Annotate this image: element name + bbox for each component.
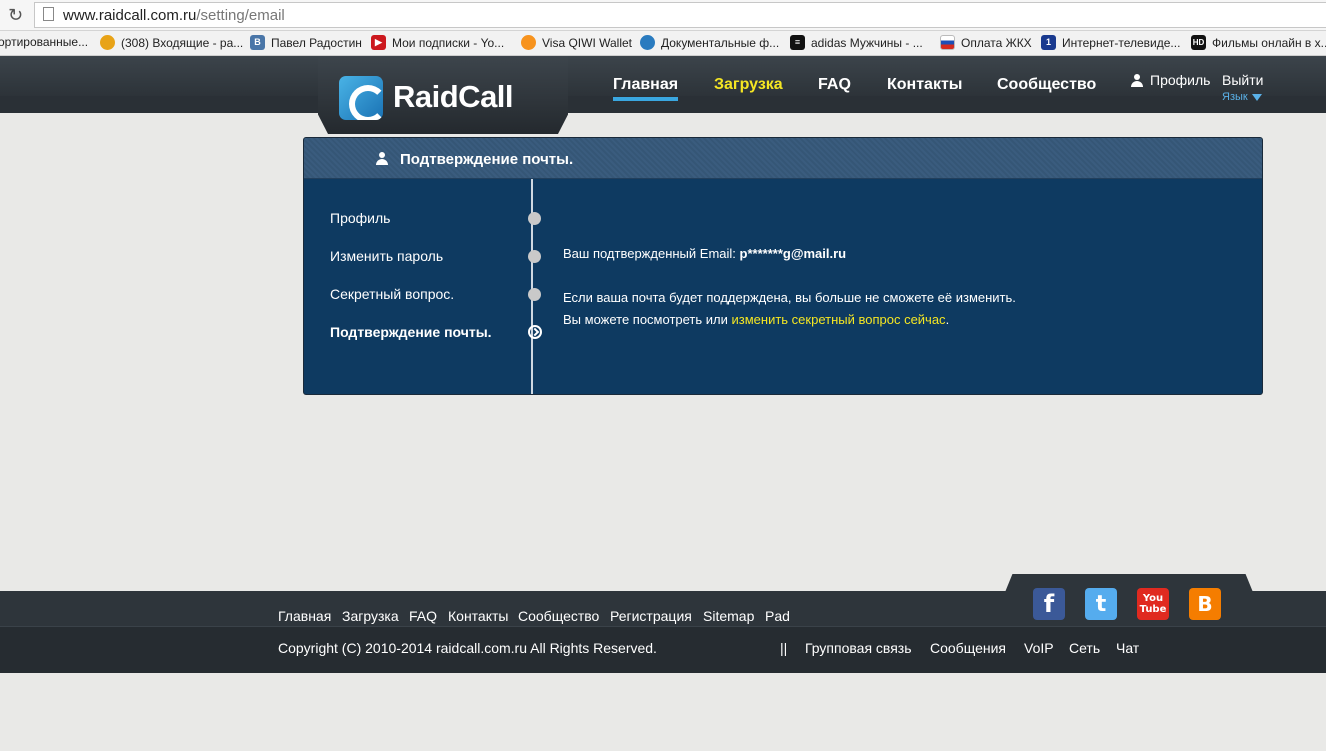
user-icon [376, 152, 388, 165]
notice-line: Если ваша почта будет поддерждена, вы бо… [563, 290, 1016, 305]
raidcall-logo-icon[interactable] [339, 76, 383, 120]
profile-link[interactable]: Профиль [1131, 72, 1210, 88]
sidebar-item-change-password[interactable]: Изменить пароль [330, 248, 541, 264]
url-text: www.raidcall.com.ru/setting/email [63, 7, 285, 24]
footer-link-messages[interactable]: Сообщения [930, 640, 1006, 656]
sidebar-item-profile[interactable]: Профиль [330, 210, 541, 226]
sidebar-item-secret-question[interactable]: Секретный вопрос. [330, 286, 541, 302]
panel-header: Подтверждение почты. [304, 138, 1262, 179]
reload-icon[interactable]: ↻ [8, 5, 23, 26]
blogger-icon[interactable]: B [1189, 588, 1221, 620]
footer-separator: || [780, 640, 788, 656]
vk-icon: В [250, 35, 265, 50]
film-icon [640, 35, 655, 50]
copyright-text: Copyright (C) 2010-2014 raidcall.com.ru … [278, 640, 657, 656]
bookmark-item[interactable]: В Павел Радостин [250, 35, 362, 50]
bullet-icon [528, 212, 541, 225]
footer-link-chat[interactable]: Чат [1116, 640, 1139, 656]
bookmark-item[interactable]: ≡ adidas Мужчины - ... [790, 35, 923, 50]
panel-title: Подтверждение почты. [400, 151, 574, 168]
language-dropdown[interactable]: Язык [1222, 91, 1262, 103]
youtube-icon[interactable]: You Tube [1137, 588, 1169, 620]
footer-link-voip[interactable]: VoIP [1024, 640, 1054, 656]
russia-flag-icon [940, 35, 955, 50]
logout-link[interactable]: Выйти [1222, 72, 1263, 88]
page-icon [43, 7, 54, 21]
footer-link-home[interactable]: Главная [278, 608, 331, 624]
chevron-right-icon [528, 325, 542, 339]
bullet-icon [528, 250, 541, 263]
bookmark-item[interactable]: ▶ Мои подписки - Yo... [371, 35, 504, 50]
nav-home[interactable]: Главная [613, 76, 679, 101]
nav-faq[interactable]: FAQ [818, 76, 851, 94]
facebook-icon[interactable]: f [1033, 588, 1065, 620]
footer-link-register[interactable]: Регистрация [610, 608, 692, 624]
bookmark-item[interactable]: (308) Входящие - ра... [100, 35, 243, 50]
nav-contacts[interactable]: Контакты [887, 76, 962, 94]
hd-icon: HD [1191, 35, 1206, 50]
mail-icon [100, 35, 115, 50]
youtube-icon: ▶ [371, 35, 386, 50]
user-icon [1131, 73, 1143, 87]
channel-one-icon: 1 [1041, 35, 1056, 50]
footer-link-contacts[interactable]: Контакты [448, 608, 508, 624]
bookmark-item[interactable]: 1 Интернет-телевиде... [1041, 35, 1180, 50]
footer-link-download[interactable]: Загрузка [342, 608, 399, 624]
footer-link-group-voice[interactable]: Групповая связь [805, 640, 911, 656]
bookmark-item[interactable]: Visa QIWI Wallet [521, 35, 632, 50]
bookmark-item[interactable]: ортированные... [0, 35, 88, 49]
footer-link-sitemap[interactable]: Sitemap [703, 608, 754, 624]
qiwi-icon [521, 35, 536, 50]
sidebar-item-email-confirm[interactable]: Подтверждение почты. [330, 324, 542, 340]
footer-link-pad[interactable]: Pad [765, 608, 790, 624]
adidas-icon: ≡ [790, 35, 805, 50]
nav-community[interactable]: Сообщество [997, 76, 1096, 94]
bookmarks-bar: ортированные... (308) Входящие - ра... В… [0, 31, 1326, 56]
logo-text[interactable]: RaidCall [393, 79, 514, 115]
bookmark-item[interactable]: HD Фильмы онлайн в х... [1191, 35, 1326, 50]
url-input[interactable]: www.raidcall.com.ru/setting/email [34, 2, 1326, 28]
confirmed-email: p*******g@mail.ru [739, 246, 847, 261]
notice-line: Вы можете посмотреть или изменить секрет… [563, 312, 950, 327]
footer-link-faq[interactable]: FAQ [409, 608, 437, 624]
footer-link-network[interactable]: Сеть [1069, 640, 1100, 656]
confirmed-email-line: Ваш подтвержденный Email: p*******g@mail… [563, 246, 847, 261]
footer-link-community[interactable]: Сообщество [518, 608, 599, 624]
address-bar-area: ↻ www.raidcall.com.ru/setting/email [0, 0, 1326, 31]
nav-download[interactable]: Загрузка [714, 76, 783, 94]
bookmark-item[interactable]: Документальные ф... [640, 35, 779, 50]
bullet-icon [528, 288, 541, 301]
settings-panel: Подтверждение почты. Профиль Изменить па… [303, 137, 1263, 395]
chevron-down-icon [1251, 93, 1262, 101]
twitter-icon[interactable]: t [1085, 588, 1117, 620]
change-secret-question-link[interactable]: изменить секретный вопрос сейчас [732, 312, 946, 327]
bookmark-item[interactable]: Оплата ЖКХ [940, 35, 1032, 50]
